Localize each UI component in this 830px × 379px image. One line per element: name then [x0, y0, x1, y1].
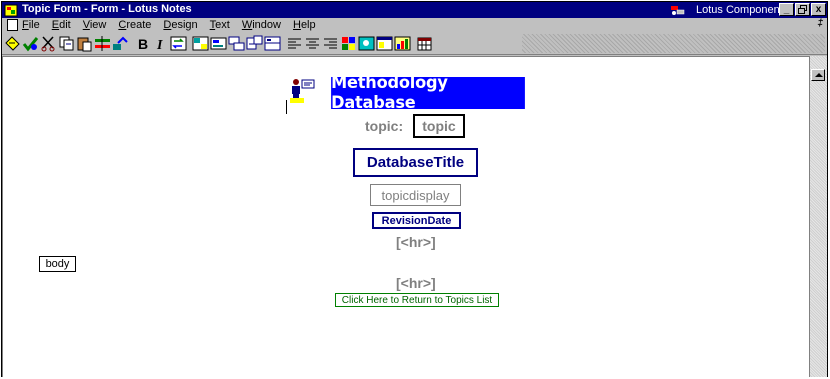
- properties-icon[interactable]: [340, 35, 357, 52]
- database-title-field[interactable]: DatabaseTitle: [353, 148, 478, 177]
- menu-help[interactable]: Help: [293, 19, 316, 31]
- title-bar[interactable]: Topic Form - Form - Lotus Notes Lotus Co…: [2, 2, 827, 18]
- align-right-icon[interactable]: [322, 35, 339, 52]
- lotus-notes-app-icon[interactable]: [4, 3, 18, 17]
- maximize-button[interactable]: [795, 3, 810, 16]
- check-icon[interactable]: [22, 35, 39, 52]
- revision-date-field[interactable]: RevisionDate: [372, 212, 461, 229]
- smarticons-toolbar: B I: [2, 33, 827, 55]
- window-title: Topic Form - Form - Lotus Notes: [22, 3, 192, 15]
- bold-icon[interactable]: B: [134, 35, 151, 52]
- window-icon[interactable]: [376, 35, 393, 52]
- hr-tag-2: [<hr>]: [396, 275, 436, 291]
- italic-icon[interactable]: I: [152, 35, 169, 52]
- text-cursor: [286, 100, 287, 114]
- menu-text[interactable]: Text: [210, 19, 230, 31]
- topicdisplay-field[interactable]: topicdisplay: [370, 184, 461, 206]
- image-icon[interactable]: [358, 35, 375, 52]
- return-to-topics-link[interactable]: Click Here to Return to Topics List: [335, 293, 499, 307]
- field-icon[interactable]: [210, 35, 227, 52]
- menu-window[interactable]: Window: [242, 19, 281, 31]
- paste-icon[interactable]: [76, 35, 93, 52]
- document-control-icon[interactable]: [7, 19, 18, 31]
- banner-title: Methodology Database: [331, 73, 525, 113]
- form-design-area[interactable]: Methodology Database topic: topic Databa…: [2, 56, 809, 377]
- lotus-components-label: Lotus Components: [696, 3, 789, 16]
- topic-label: topic:: [365, 118, 404, 134]
- lotus-components-icon: [671, 5, 685, 15]
- topic-field[interactable]: topic: [413, 114, 465, 138]
- body-field[interactable]: body: [39, 256, 76, 272]
- refresh-icon[interactable]: [170, 35, 187, 52]
- svg-text:B: B: [138, 36, 148, 52]
- restore-window-icon: [798, 5, 807, 14]
- vertical-scrollbar[interactable]: [809, 56, 827, 377]
- svg-text:I: I: [156, 38, 163, 52]
- hr-tag-1: [<hr>]: [396, 234, 436, 250]
- edit-mode-icon[interactable]: [4, 35, 21, 52]
- section-icon[interactable]: [228, 35, 245, 52]
- lotus-components-area[interactable]: Lotus Components: [670, 2, 788, 17]
- chart-icon[interactable]: [394, 35, 411, 52]
- menu-create[interactable]: Create: [118, 19, 151, 31]
- copy-icon[interactable]: [58, 35, 75, 52]
- calendar-icon[interactable]: [416, 35, 433, 52]
- menu-file[interactable]: File: [22, 19, 40, 31]
- align-left-icon[interactable]: [286, 35, 303, 52]
- document-restore-icon[interactable]: ‡: [817, 18, 823, 29]
- close-button[interactable]: x: [811, 3, 826, 16]
- hotspot-icon[interactable]: [264, 35, 281, 52]
- cut-icon[interactable]: [40, 35, 57, 52]
- menu-edit[interactable]: Edit: [52, 19, 71, 31]
- tab-icon[interactable]: [94, 35, 111, 52]
- scroll-up-button[interactable]: [811, 69, 825, 81]
- menu-bar: File Edit View Create Design Text Window…: [2, 18, 827, 33]
- link-icon[interactable]: [112, 35, 129, 52]
- menu-design[interactable]: Design: [163, 19, 197, 31]
- presenter-icon: [290, 79, 315, 103]
- menu-view[interactable]: View: [83, 19, 107, 31]
- minimize-button[interactable]: _: [779, 3, 794, 16]
- button-icon[interactable]: [246, 35, 263, 52]
- toolbar-hatch-area: [522, 34, 825, 53]
- lotus-notes-window: Topic Form - Form - Lotus Notes Lotus Co…: [1, 1, 828, 377]
- table-icon[interactable]: [192, 35, 209, 52]
- window-controls: _ x: [779, 3, 826, 16]
- align-center-icon[interactable]: [304, 35, 321, 52]
